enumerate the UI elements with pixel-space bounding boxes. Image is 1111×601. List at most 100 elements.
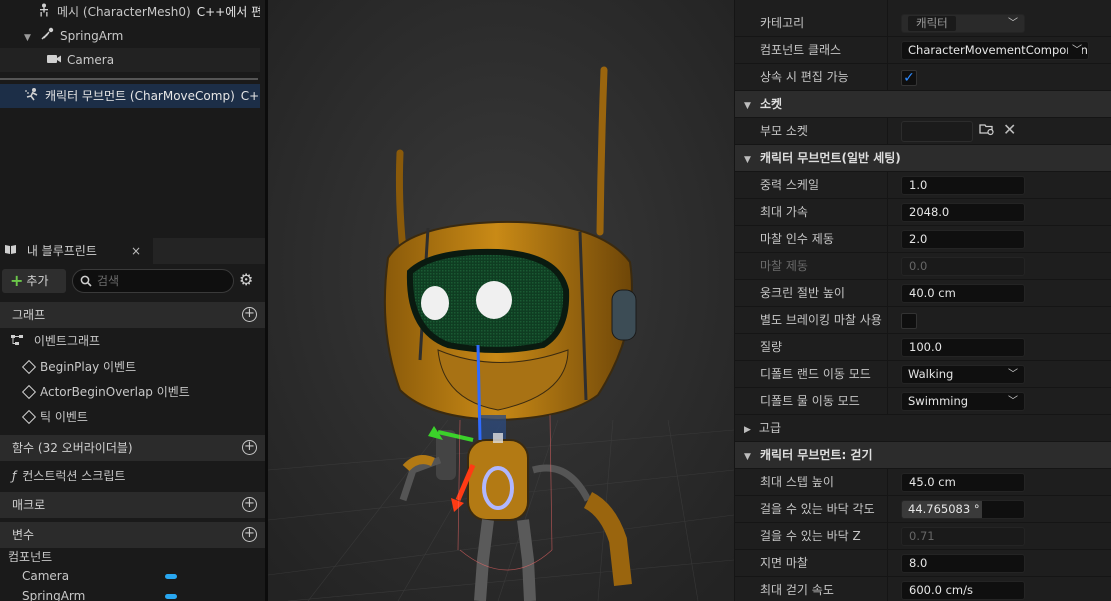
detail-row-editable-inherited: 상속 시 편집 가능 ✓ <box>735 64 1111 91</box>
property-label: 마찰 인수 제동 <box>760 232 834 246</box>
section-functions-label: 함수 (32 오버라이더블) <box>12 441 133 455</box>
tree-item-springarm[interactable]: ▼ SpringArm <box>0 24 260 48</box>
graph-icon <box>10 335 28 349</box>
property-label: 카테고리 <box>760 16 805 30</box>
chevron-down-icon: ﹀ <box>1008 369 1018 380</box>
tree-item-character-movement[interactable]: 캐릭터 무브먼트 (CharMoveComp) C+ <box>0 84 260 108</box>
clear-socket-icon[interactable]: ✕ <box>1003 120 1016 139</box>
ground-friction-input[interactable]: 8.0 <box>901 554 1025 573</box>
details-panel: 카테고리 캐릭터 ﹀ 컴포넌트 클래스 CharacterMovementCom… <box>735 0 1111 601</box>
property-label: 지면 마찰 <box>760 556 808 570</box>
tree-item-suffix: C++에서 편 <box>196 5 260 19</box>
chevron-down-icon: ﹀ <box>1008 396 1018 407</box>
event-label: BeginPlay 이벤트 <box>40 360 137 374</box>
detail-row-component-class: 컴포넌트 클래스 CharacterMovementComponent ﹀ <box>735 37 1111 64</box>
add-macro-icon[interactable]: + <box>242 497 257 512</box>
max-acceleration-input[interactable]: 2048.0 <box>901 203 1025 222</box>
list-item-event-graph[interactable]: 이벤트그래프 <box>0 329 265 354</box>
close-icon[interactable]: × <box>131 238 141 264</box>
tab-my-blueprint[interactable]: 내 블루프린트 × <box>0 238 153 264</box>
default-land-mode-dropdown[interactable]: Walking ﹀ <box>901 365 1025 384</box>
section-walking[interactable]: ▼ 캐릭터 무브먼트: 걷기 <box>735 442 1111 469</box>
detail-row-advanced[interactable]: ▶ 고급 <box>735 415 1111 442</box>
collapse-arrow-icon: ▼ <box>744 155 751 165</box>
list-item-event[interactable]: 틱 이벤트 <box>0 405 265 430</box>
walkable-floor-angle-value: 44.765083 ° <box>902 501 982 518</box>
search-input[interactable]: 검색 <box>72 269 234 293</box>
braking-friction-input: 0.0 <box>901 257 1025 276</box>
list-item-variable[interactable]: Camera <box>0 566 265 586</box>
section-graphs-label: 그래프 <box>12 308 46 322</box>
property-label: 별도 브레이킹 마찰 사용 <box>760 313 882 327</box>
left-panel: 메시 (CharacterMesh0) C++에서 편 ▼ SpringArm C… <box>0 0 265 601</box>
movement-component-icon <box>24 85 40 109</box>
tree-item-label: 메시 (CharacterMesh0) <box>57 5 191 19</box>
section-socket[interactable]: ▼ 소켓 <box>735 91 1111 118</box>
spring-arm-icon <box>39 25 55 49</box>
default-water-mode-dropdown[interactable]: Swimming ﹀ <box>901 392 1025 411</box>
tree-item-camera[interactable]: Camera <box>0 48 260 72</box>
construction-script-label: 컨스트럭션 스크립트 <box>22 469 126 483</box>
tree-item-mesh[interactable]: 메시 (CharacterMesh0) C++에서 편 <box>0 0 260 24</box>
detail-row-crouched-half-height: 웅크린 절반 높이 40.0 cm <box>735 280 1111 307</box>
chevron-down-icon: ﹀ <box>1068 42 1082 59</box>
chevron-down-icon: ﹀ <box>1008 18 1018 29</box>
property-label: 질량 <box>760 340 783 354</box>
add-variable-icon[interactable]: + <box>242 527 257 542</box>
tree-item-suffix: C+ <box>240 89 260 103</box>
max-step-height-input[interactable]: 45.0 cm <box>901 473 1025 492</box>
advanced-toggle: ▶ 고급 <box>744 415 781 442</box>
add-button[interactable]: + 추가 <box>2 269 66 293</box>
category-dropdown[interactable]: 캐릭터 ﹀ <box>901 14 1025 33</box>
braking-friction-factor-input[interactable]: 2.0 <box>901 230 1025 249</box>
section-variables[interactable]: 변수 + <box>0 522 265 548</box>
separate-braking-friction-checkbox[interactable] <box>901 313 917 329</box>
section-macros-label: 매크로 <box>12 498 46 512</box>
parent-socket-field[interactable] <box>901 121 973 142</box>
add-graph-icon[interactable]: + <box>242 307 257 322</box>
property-label: 웅크린 절반 높이 <box>760 286 845 300</box>
section-socket-label: 소켓 <box>760 97 783 111</box>
editable-when-inherited-checkbox[interactable]: ✓ <box>901 70 917 86</box>
viewport[interactable] <box>268 0 734 601</box>
property-label: 중력 스케일 <box>760 178 820 192</box>
section-functions[interactable]: 함수 (32 오버라이더블) + <box>0 435 265 461</box>
collapse-arrow-icon[interactable]: ▼ <box>24 26 34 48</box>
variable-category-label: 컴포넌트 <box>8 550 53 564</box>
section-graphs[interactable]: 그래프 + <box>0 302 265 328</box>
list-item-event[interactable]: BeginPlay 이벤트 <box>0 355 265 380</box>
gear-icon[interactable]: ⚙ <box>239 270 253 289</box>
variable-label: SpringArm <box>22 589 86 601</box>
gravity-scale-input[interactable]: 1.0 <box>901 176 1025 195</box>
crouched-half-height-input[interactable]: 40.0 cm <box>901 284 1025 303</box>
tree-item-label: 캐릭터 무브먼트 (CharMoveComp) <box>45 89 235 103</box>
max-walk-speed-input[interactable]: 600.0 cm/s <box>901 581 1025 600</box>
section-general-settings[interactable]: ▼ 캐릭터 무브먼트(일반 세팅) <box>735 145 1111 172</box>
section-general-label: 캐릭터 무브먼트(일반 세팅) <box>760 151 901 165</box>
list-item-construction-script[interactable]: ƒ 컨스트럭션 스크립트 <box>0 464 265 489</box>
list-item-event[interactable]: ActorBeginOverlap 이벤트 <box>0 380 265 405</box>
add-button-label: 추가 <box>26 274 49 288</box>
browse-socket-icon[interactable] <box>979 122 995 140</box>
category-value: 캐릭터 <box>908 16 956 31</box>
detail-row-walkable-floor-z: 걸을 수 있는 바닥 Z 0.71 <box>735 523 1111 550</box>
variable-category[interactable]: 컴포넌트 <box>0 547 265 567</box>
variable-label: Camera <box>22 569 70 583</box>
add-function-icon[interactable]: + <box>242 440 257 455</box>
component-class-value: CharacterMovementComponent <box>908 43 1089 57</box>
property-label: 컴포넌트 클래스 <box>760 43 842 57</box>
search-placeholder: 검색 <box>97 274 120 288</box>
event-label: ActorBeginOverlap 이벤트 <box>40 385 190 399</box>
section-macros[interactable]: 매크로 + <box>0 492 265 518</box>
tree-item-label: Camera <box>67 53 115 67</box>
property-label: 디폴트 물 이동 모드 <box>760 394 860 408</box>
component-class-dropdown[interactable]: CharacterMovementComponent ﹀ <box>901 41 1089 60</box>
detail-row-mass: 질량 100.0 <box>735 334 1111 361</box>
walkable-floor-angle-slider[interactable]: 44.765083 ° <box>901 500 1025 519</box>
event-label: 틱 이벤트 <box>40 410 88 424</box>
property-label: 걸을 수 있는 바닥 각도 <box>760 502 875 516</box>
list-item-variable[interactable]: SpringArm <box>0 586 265 601</box>
mass-input[interactable]: 100.0 <box>901 338 1025 357</box>
section-variables-label: 변수 <box>12 528 35 542</box>
default-land-mode-value: Walking <box>908 367 954 381</box>
